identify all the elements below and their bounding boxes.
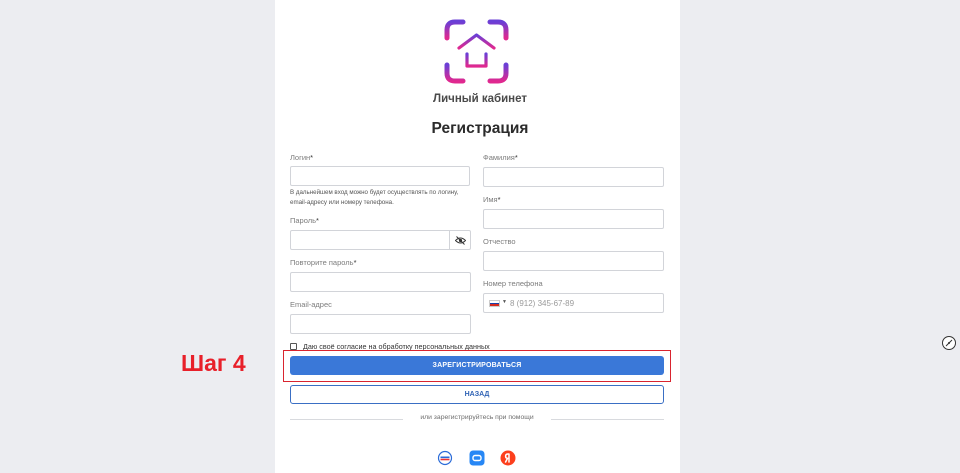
house-logo-icon <box>444 19 509 84</box>
brand-title: Личный кабинет <box>433 93 527 105</box>
password-input[interactable] <box>290 230 471 250</box>
flag-ru-icon[interactable] <box>489 300 500 307</box>
email-label: Email-адрес <box>290 300 332 309</box>
phone-input[interactable] <box>510 295 660 311</box>
yandex-icon <box>500 450 516 466</box>
surname-label: Фамилия* <box>483 153 518 162</box>
compass-icon <box>945 339 953 347</box>
email-input[interactable] <box>290 314 471 334</box>
gosuslugi-icon <box>437 450 453 466</box>
gosuslugi-button[interactable] <box>437 450 453 466</box>
yandex-button[interactable] <box>500 450 516 466</box>
surname-input[interactable] <box>483 167 664 187</box>
password-repeat-label: Повторите пароль* <box>290 258 357 267</box>
login-label: Логин* <box>290 153 314 162</box>
name-label: Имя* <box>483 195 501 204</box>
login-hint: В дальнейшем вход можно будет осуществля… <box>290 189 459 206</box>
patronymic-label: Отчество <box>483 237 516 246</box>
phone-field: ▼ <box>483 293 664 313</box>
patronymic-input[interactable] <box>483 251 664 271</box>
password-label: Пароль* <box>290 216 319 225</box>
vk-button[interactable] <box>469 450 485 466</box>
back-button[interactable]: НАЗАД <box>290 385 664 404</box>
page-title: Регистрация <box>431 120 529 137</box>
social-separator-text: или зарегистрируйтесь при помощи <box>420 414 534 421</box>
consent-checkbox[interactable] <box>290 343 297 350</box>
side-widget-button[interactable] <box>942 336 956 350</box>
step-annotation-label: Шаг 4 <box>181 350 246 376</box>
password-repeat-input[interactable] <box>290 272 471 292</box>
name-input[interactable] <box>483 209 664 229</box>
chevron-down-icon[interactable]: ▼ <box>502 299 507 305</box>
register-button[interactable]: ЗАРЕГИСТРИРОВАТЬСЯ <box>290 356 664 375</box>
eye-off-icon <box>454 235 466 245</box>
vk-icon <box>469 450 485 466</box>
phone-label: Номер телефона <box>483 279 543 288</box>
login-input[interactable] <box>290 166 470 186</box>
toggle-password-visibility-button[interactable] <box>449 231 470 249</box>
